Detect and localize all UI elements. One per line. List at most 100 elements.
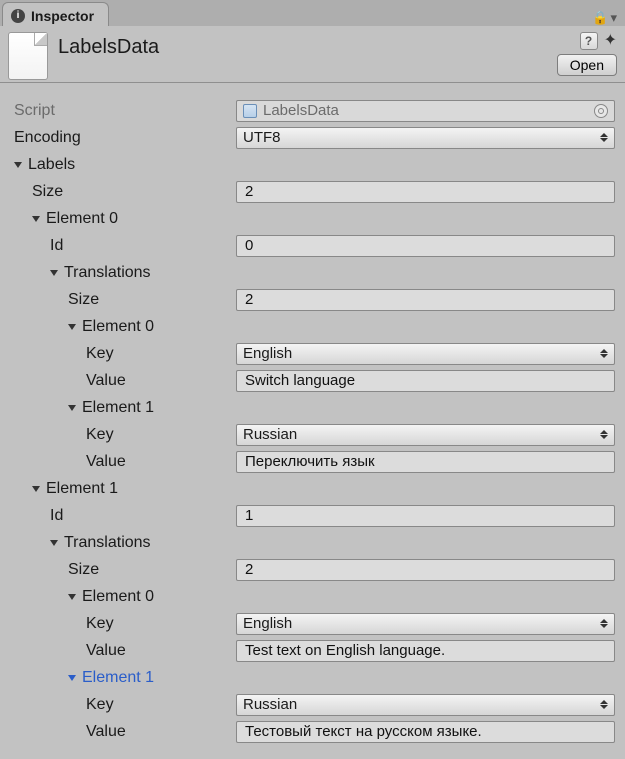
info-icon: i (11, 9, 25, 23)
element0-translations-size-label: Size (68, 291, 99, 309)
e1-t0-value-field[interactable] (236, 640, 615, 662)
e0-t1-key-value: Russian (243, 426, 297, 443)
e1-t0-key-dropdown[interactable]: English (236, 613, 615, 635)
e0-t0-key-dropdown[interactable]: English (236, 343, 615, 365)
asset-header: LabelsData ? ✦ Open (0, 26, 625, 83)
row-e0-t0-foldout[interactable]: Element 0 (6, 313, 619, 340)
e1-t0-value-label: Value (86, 642, 126, 660)
element0-id-label: Id (50, 237, 63, 255)
e0-t0-value-field[interactable] (236, 370, 615, 392)
e0-t1-value-label: Value (86, 453, 126, 471)
e1-t1-value-input[interactable] (243, 722, 608, 741)
e1-t0-header: Element 0 (82, 588, 154, 606)
gear-icon[interactable]: ✦ (604, 33, 617, 49)
dropdown-arrows-icon (600, 133, 608, 142)
script-field: LabelsData (236, 100, 615, 122)
labels-header: Labels (28, 156, 75, 174)
row-element1-translations-foldout[interactable]: Translations (6, 529, 619, 556)
chevron-down-icon (68, 675, 76, 681)
chevron-down-icon (14, 162, 22, 168)
e1-t1-key-dropdown[interactable]: Russian (236, 694, 615, 716)
row-e1-t1-key: Key Russian (6, 691, 619, 718)
element1-translations-header: Translations (64, 534, 151, 552)
chevron-down-icon (32, 216, 40, 222)
element0-translations-header: Translations (64, 264, 151, 282)
e1-t0-key-label: Key (86, 615, 114, 633)
element1-id-label: Id (50, 507, 63, 525)
script-value: LabelsData (263, 102, 339, 119)
row-encoding: Encoding UTF8 (6, 124, 619, 151)
row-labels-size: Size (6, 178, 619, 205)
row-e1-t1-value: Value (6, 718, 619, 745)
tab-label: Inspector (31, 8, 94, 24)
row-labels-foldout[interactable]: Labels (6, 151, 619, 178)
row-e1-t1-foldout[interactable]: Element 1 (6, 664, 619, 691)
row-e1-t0-foldout[interactable]: Element 0 (6, 583, 619, 610)
e1-t1-value-label: Value (86, 723, 126, 741)
row-element0-translations-foldout[interactable]: Translations (6, 259, 619, 286)
encoding-dropdown[interactable]: UTF8 (236, 127, 615, 149)
e1-t1-key-value: Russian (243, 696, 297, 713)
open-button[interactable]: Open (557, 54, 617, 76)
e0-t0-value-label: Value (86, 372, 126, 390)
row-element1-translations-size: Size (6, 556, 619, 583)
dropdown-arrows-icon (600, 349, 608, 358)
tab-options-menu[interactable]: ▾ (610, 10, 617, 26)
e1-t1-value-field[interactable] (236, 721, 615, 743)
e1-t1-header: Element 1 (82, 669, 154, 687)
chevron-down-icon (50, 270, 58, 276)
e0-t0-value-input[interactable] (243, 371, 608, 390)
element0-translations-size-field[interactable] (236, 289, 615, 311)
chevron-down-icon (32, 486, 40, 492)
asset-file-icon (8, 32, 48, 80)
row-element1-id: Id (6, 502, 619, 529)
element1-translations-size-input[interactable] (243, 560, 608, 579)
labels-size-input[interactable] (243, 182, 608, 201)
row-element1-foldout[interactable]: Element 1 (6, 475, 619, 502)
row-element0-translations-size: Size (6, 286, 619, 313)
row-e1-t0-key: Key English (6, 610, 619, 637)
object-picker-icon[interactable] (594, 104, 608, 118)
e0-t1-value-field[interactable] (236, 451, 615, 473)
e0-t0-key-value: English (243, 345, 292, 362)
row-element0-foldout[interactable]: Element 0 (6, 205, 619, 232)
element1-translations-size-label: Size (68, 561, 99, 579)
row-script: Script LabelsData (6, 97, 619, 124)
e0-t1-key-dropdown[interactable]: Russian (236, 424, 615, 446)
row-e0-t0-key: Key English (6, 340, 619, 367)
element1-id-field[interactable] (236, 505, 615, 527)
help-icon[interactable]: ? (580, 32, 598, 50)
dropdown-arrows-icon (600, 430, 608, 439)
e0-t0-header: Element 0 (82, 318, 154, 336)
e0-t1-value-input[interactable] (243, 452, 608, 471)
e0-t1-key-label: Key (86, 426, 114, 444)
e0-t1-header: Element 1 (82, 399, 154, 417)
tab-strip: i Inspector 🔒 ▾ (0, 0, 625, 26)
e1-t1-key-label: Key (86, 696, 114, 714)
tab-inspector[interactable]: i Inspector (2, 2, 109, 26)
lock-icon[interactable]: 🔒 (592, 10, 608, 26)
chevron-down-icon (68, 594, 76, 600)
element1-id-input[interactable] (243, 506, 608, 525)
element0-id-input[interactable] (243, 236, 608, 255)
row-e0-t1-foldout[interactable]: Element 1 (6, 394, 619, 421)
labels-size-label: Size (32, 183, 63, 201)
labels-size-field[interactable] (236, 181, 615, 203)
e1-t0-value-input[interactable] (243, 641, 608, 660)
chevron-down-icon (68, 405, 76, 411)
chevron-down-icon (68, 324, 76, 330)
dropdown-arrows-icon (600, 700, 608, 709)
dropdown-arrows-icon (600, 619, 608, 628)
row-e0-t0-value: Value (6, 367, 619, 394)
element0-translations-size-input[interactable] (243, 290, 608, 309)
element1-translations-size-field[interactable] (236, 559, 615, 581)
element1-header: Element 1 (46, 480, 118, 498)
element0-id-field[interactable] (236, 235, 615, 257)
chevron-down-icon (50, 540, 58, 546)
e1-t0-key-value: English (243, 615, 292, 632)
inspector-body: Script LabelsData Encoding UTF8 (0, 83, 625, 751)
row-element0-id: Id (6, 232, 619, 259)
encoding-label: Encoding (14, 129, 81, 147)
asset-title: LabelsData (58, 32, 159, 59)
script-icon (243, 104, 257, 118)
